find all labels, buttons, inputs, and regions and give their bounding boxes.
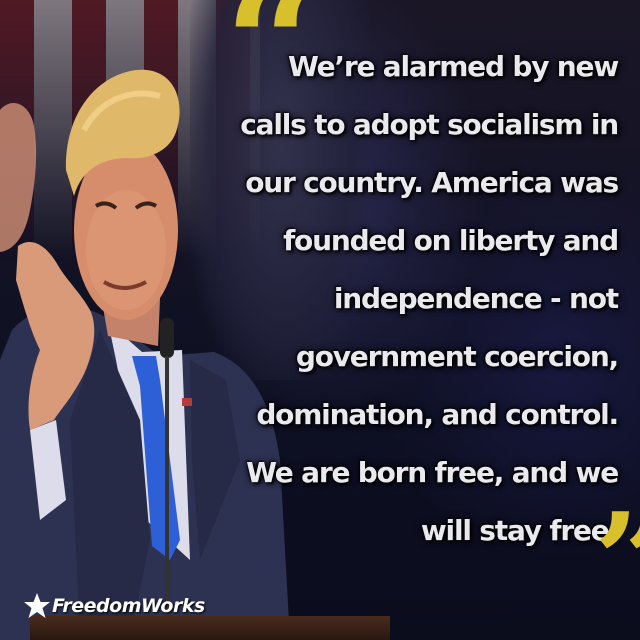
freedomworks-logo: FreedomWorks [22, 586, 205, 626]
quote-line: government coercion, [295, 340, 619, 373]
quote-line: We are born free, and we [246, 456, 619, 489]
quote-line: will stay free. [420, 514, 619, 547]
close-quote-mark: ” [594, 496, 640, 626]
star-icon [24, 593, 50, 618]
quote-card: “ We’re alarmed by new calls to adopt so… [0, 0, 640, 640]
quote-line: independence - not [333, 282, 619, 315]
quote-line: calls to adopt socialism in [240, 108, 619, 141]
background-hand [0, 103, 37, 252]
quote-line: our country. America was [245, 166, 619, 199]
quote-line: We’re alarmed by new [287, 50, 619, 83]
logo-text: FreedomWorks [52, 595, 205, 617]
quote-line: founded on liberty and [283, 224, 619, 257]
quote-line: domination, and control. [256, 398, 619, 431]
quote-text: We’re alarmed by new calls to adopt soci… [230, 38, 619, 560]
microphone [160, 318, 174, 358]
